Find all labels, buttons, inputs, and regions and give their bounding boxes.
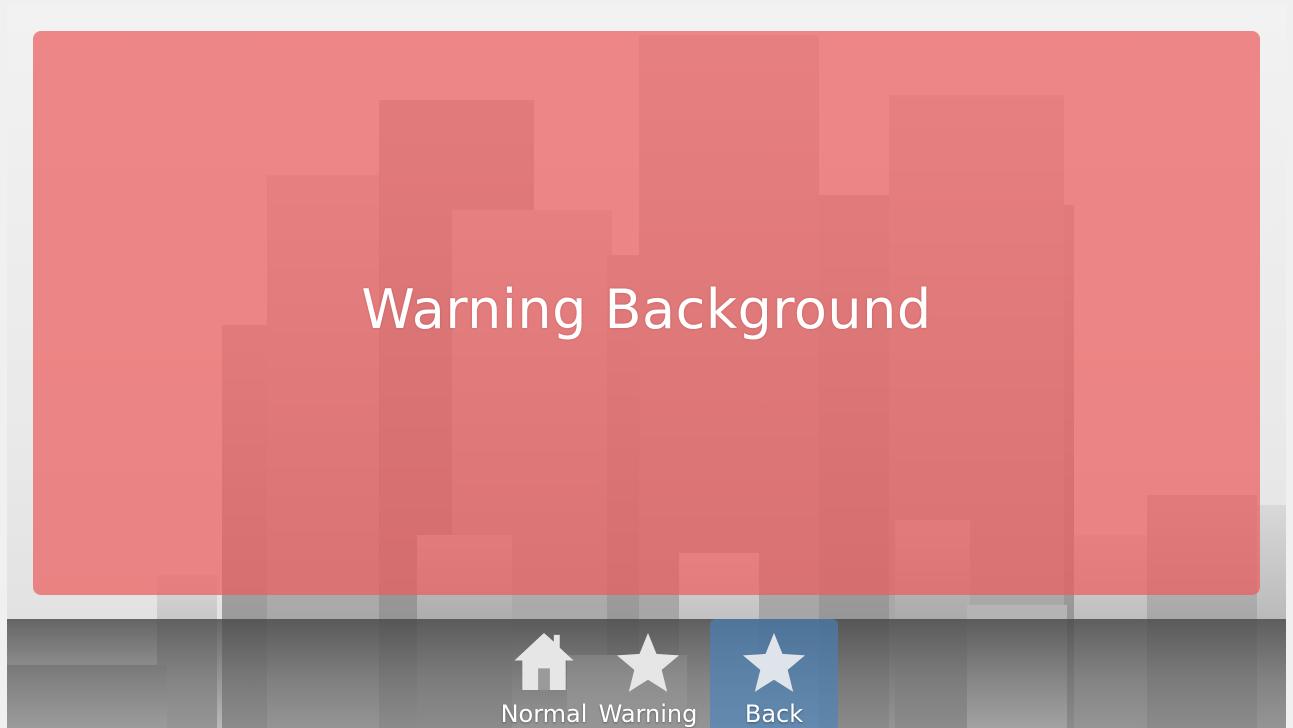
back-button[interactable]: Back xyxy=(710,619,838,728)
app-window: Warning Background Normal Warning Back xyxy=(7,5,1286,728)
warning-button[interactable]: Warning xyxy=(584,619,712,728)
app-bar: Normal Warning Back xyxy=(7,619,1286,728)
back-button-label: Back xyxy=(744,700,804,728)
home-icon xyxy=(514,632,574,691)
normal-button-label: Normal xyxy=(500,700,588,728)
star-icon xyxy=(616,632,680,692)
panel-title: Warning Background xyxy=(361,277,932,341)
warning-panel: Warning Background xyxy=(33,31,1260,595)
star-icon xyxy=(742,632,806,692)
warning-button-label: Warning xyxy=(598,700,698,728)
